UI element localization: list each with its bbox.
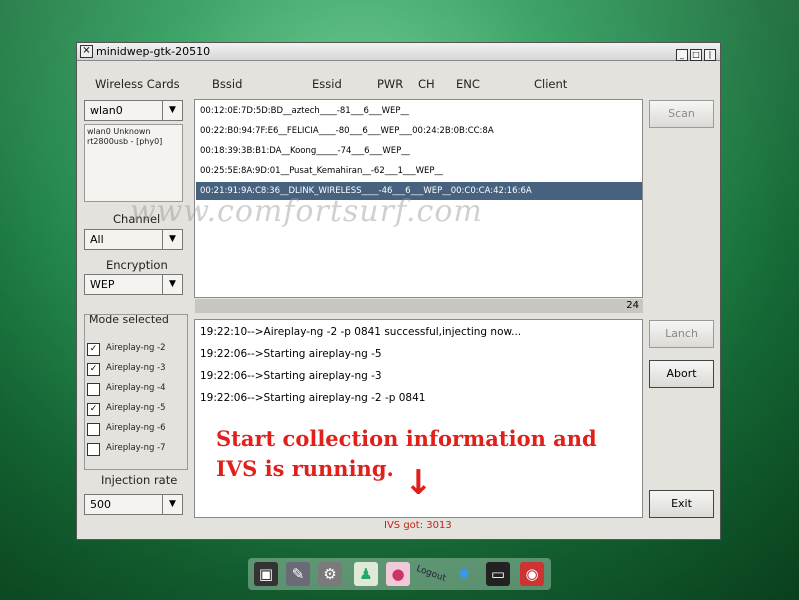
- mode-checkbox-label: Aireplay-ng -5: [106, 403, 166, 413]
- close-icon[interactable]: ⨯: [80, 45, 93, 58]
- enc-header: ENC: [456, 77, 480, 91]
- client-header: Client: [534, 77, 568, 91]
- card-info-box: wlan0 Unknown rt2800usb - [phy0]: [84, 124, 183, 202]
- mode-checkbox[interactable]: ✓: [87, 363, 100, 376]
- wireless-card-select[interactable]: wlan0 ▼: [84, 100, 183, 121]
- network-row[interactable]: 00:25:5E:8A:9D:01__Pusat_Kemahiran__-62_…: [200, 166, 443, 176]
- card-info-line: rt2800usb - [phy0]: [87, 137, 163, 146]
- network-row[interactable]: 00:18:39:3B:B1:DA__Koong_____-74___6___W…: [200, 146, 410, 156]
- chevron-down-icon[interactable]: ▼: [162, 275, 182, 294]
- mode-checkbox[interactable]: [87, 423, 100, 436]
- mode-checkbox-label: Aireplay-ng -3: [106, 363, 166, 373]
- wireless-card-value: wlan0: [90, 104, 123, 117]
- terminal-icon[interactable]: ▣: [254, 562, 278, 586]
- channel-select[interactable]: All ▼: [84, 229, 183, 250]
- mouse-icon[interactable]: ●: [386, 562, 410, 586]
- minimize-icon[interactable]: _: [676, 49, 688, 61]
- ivs-status: IVS got: 3013: [384, 520, 452, 531]
- arrow-down-icon: ↓: [404, 463, 433, 503]
- encryption-label: Encryption: [106, 258, 168, 272]
- essid-header: Essid: [312, 77, 342, 91]
- console-icon[interactable]: ▭: [486, 562, 510, 586]
- log-line: 19:22:06-->Starting aireplay-ng -5: [200, 348, 382, 360]
- settings-icon[interactable]: ✎: [286, 562, 310, 586]
- exit-button[interactable]: Exit: [649, 490, 714, 518]
- encryption-select[interactable]: WEP ▼: [84, 274, 183, 295]
- watermark-text: www.comfortsurf.com: [130, 194, 483, 229]
- mode-checkbox[interactable]: ✓: [87, 403, 100, 416]
- pwr-header: PWR: [377, 77, 404, 91]
- mode-checkbox[interactable]: [87, 383, 100, 396]
- ch-header: CH: [418, 77, 435, 91]
- wireless-cards-label: Wireless Cards: [95, 77, 180, 91]
- card-info-line: wlan0 Unknown: [87, 127, 151, 136]
- window-close-icon[interactable]: |: [704, 49, 716, 61]
- bssid-header: Bssid: [212, 77, 243, 91]
- gear-icon[interactable]: ⚙: [318, 562, 342, 586]
- annotation-line1: Start collection information and: [216, 426, 597, 451]
- shirt-icon[interactable]: ♟: [354, 562, 378, 586]
- chevron-down-icon[interactable]: ▼: [162, 495, 182, 514]
- network-row[interactable]: 00:22:B0:94:7F:E6__FELICIA____-80___6___…: [200, 126, 494, 136]
- log-line: 19:22:06-->Starting aireplay-ng -3: [200, 370, 382, 382]
- network-icon[interactable]: ✺: [452, 562, 476, 586]
- lanch-button[interactable]: Lanch: [649, 320, 714, 348]
- mode-checkbox[interactable]: [87, 443, 100, 456]
- annotation-line2: IVS is running.: [216, 456, 394, 481]
- mode-checkbox-label: Aireplay-ng -2: [106, 343, 166, 353]
- abort-button[interactable]: Abort: [649, 360, 714, 388]
- window-title: minidwep-gtk-20510: [96, 45, 211, 58]
- chevron-down-icon[interactable]: ▼: [162, 101, 182, 120]
- mode-selected-label: Mode selected: [89, 313, 169, 326]
- mode-checkbox-label: Aireplay-ng -7: [106, 443, 166, 453]
- network-row[interactable]: 00:12:0E:7D:5D:BD__aztech____-81___6___W…: [200, 106, 409, 116]
- injection-rate-select[interactable]: 500 ▼: [84, 494, 183, 515]
- chevron-down-icon[interactable]: ▼: [162, 230, 182, 249]
- log-line: 19:22:10-->Aireplay-ng -2 -p 0841 succes…: [200, 326, 522, 338]
- scan-button[interactable]: Scan: [649, 100, 714, 128]
- channel-value: All: [90, 233, 104, 246]
- mode-checkbox-label: Aireplay-ng -4: [106, 383, 166, 393]
- mode-checkbox[interactable]: ✓: [87, 343, 100, 356]
- encryption-value: WEP: [90, 278, 115, 291]
- camera-icon[interactable]: ◉: [520, 562, 544, 586]
- injection-rate-value: 500: [90, 498, 111, 511]
- network-count-bar: 24: [195, 299, 643, 313]
- log-line: 19:22:06-->Starting aireplay-ng -2 -p 08…: [200, 392, 426, 404]
- network-count: 24: [626, 300, 639, 311]
- injection-rate-label: Injection rate: [101, 473, 178, 487]
- maximize-icon[interactable]: □: [690, 49, 702, 61]
- title-bar[interactable]: ⨯ minidwep-gtk-20510 _ □ |: [77, 43, 720, 61]
- mode-checkbox-label: Aireplay-ng -6: [106, 423, 166, 433]
